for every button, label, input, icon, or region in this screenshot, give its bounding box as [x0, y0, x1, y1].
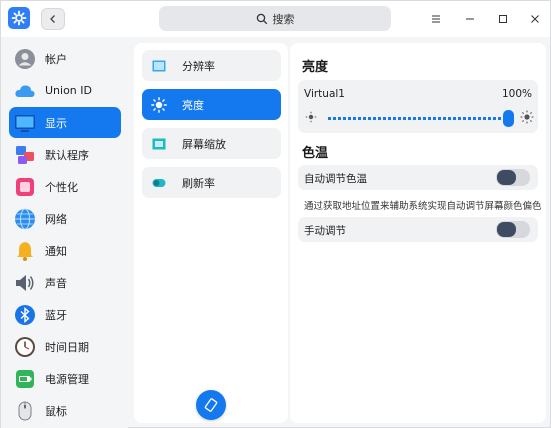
brightness-low-icon — [305, 111, 317, 126]
subnav-item-resolution[interactable]: 分辨率 — [142, 50, 281, 81]
brightness-settings-panel: 亮度 Virtual1 100% 色温 自动调节色温 通过获取地址位置来辅助系统… — [290, 43, 546, 423]
bell-icon — [14, 240, 36, 262]
sidebar-item-label: Union ID — [45, 84, 92, 97]
rotate-icon — [204, 398, 218, 412]
minimize-button[interactable] — [460, 9, 480, 29]
sidebar-item-network[interactable]: 网络 — [9, 203, 121, 234]
sidebar-item-account[interactable]: 帐户 — [9, 43, 121, 74]
clock-icon — [14, 336, 36, 358]
display-icon — [14, 112, 36, 134]
sidebar-item-label: 个性化 — [45, 180, 78, 194]
brightness-value: 100% — [501, 88, 532, 100]
sidebar-item-bluetooth[interactable]: 蓝牙 — [9, 299, 121, 330]
brightness-slider-handle[interactable] — [502, 110, 514, 127]
sidebar: 帐户 Union ID 显示 默认程序 个性化 网络 通知 声音 蓝牙 时间日期… — [1, 37, 128, 428]
speaker-icon — [14, 272, 36, 294]
sidebar-item-notification[interactable]: 通知 — [9, 235, 121, 266]
chevron-left-icon — [50, 15, 55, 23]
brightness-section-title: 亮度 — [302, 60, 329, 75]
sidebar-item-union-id[interactable]: Union ID — [9, 75, 121, 106]
auto-color-temp-toggle[interactable] — [496, 169, 530, 186]
sidebar-item-display[interactable]: 显示 — [9, 107, 121, 138]
minimize-icon — [466, 18, 474, 20]
maximize-icon — [499, 15, 507, 23]
resolution-icon — [151, 58, 167, 74]
scale-icon — [151, 136, 167, 152]
subnav-item-label: 分辨率 — [182, 59, 215, 73]
subnav-item-label: 屏幕缩放 — [182, 137, 226, 151]
brightness-card: Virtual1 100% — [298, 80, 538, 133]
default-apps-icon — [14, 144, 36, 166]
sidebar-item-label: 默认程序 — [45, 148, 89, 162]
subnav-item-label: 刷新率 — [182, 176, 215, 190]
bluetooth-icon — [14, 304, 36, 326]
auto-color-temp-row: 自动调节色温 — [298, 165, 538, 190]
menu-button[interactable] — [426, 9, 446, 29]
sidebar-item-default-apps[interactable]: 默认程序 — [9, 139, 121, 170]
sidebar-item-label: 声音 — [45, 276, 67, 290]
brightness-high-icon — [520, 110, 534, 127]
personalization-icon — [14, 176, 36, 198]
refresh-rate-icon — [151, 175, 167, 191]
sidebar-item-label: 鼠标 — [45, 404, 67, 418]
color-temp-section-title: 色温 — [302, 146, 329, 161]
cloud-icon — [14, 80, 36, 102]
brightness-slider[interactable] — [328, 117, 506, 120]
rotate-screen-button[interactable] — [196, 390, 226, 420]
sidebar-item-label: 帐户 — [45, 52, 67, 66]
sidebar-item-label: 显示 — [45, 116, 67, 130]
sidebar-item-label: 通知 — [45, 244, 67, 258]
sidebar-item-power[interactable]: 电源管理 — [9, 363, 121, 394]
sidebar-item-label: 电源管理 — [45, 372, 89, 386]
manual-adjust-row: 手动调节 — [298, 217, 538, 242]
sidebar-item-mouse[interactable]: 鼠标 — [9, 395, 121, 426]
subnav-item-label: 亮度 — [182, 98, 204, 112]
back-button[interactable] — [41, 8, 65, 30]
mouse-icon — [14, 400, 36, 422]
account-icon — [14, 48, 36, 70]
manual-adjust-label: 手动调节 — [304, 225, 346, 237]
sidebar-item-label: 网络 — [45, 212, 67, 226]
sidebar-item-personalization[interactable]: 个性化 — [9, 171, 121, 202]
display-subnav: 分辨率 亮度 屏幕缩放 刷新率 — [134, 43, 288, 423]
color-temp-description: 通过获取地址位置来辅助系统实现自动调节屏幕颜色偏色 — [304, 201, 542, 212]
sidebar-item-sound[interactable]: 声音 — [9, 267, 121, 298]
subnav-item-scale[interactable]: 屏幕缩放 — [142, 128, 281, 159]
brightness-icon — [151, 96, 167, 113]
control-center-window: 搜索 帐户 Union ID 显示 默认程序 个性化 网络 通知 声音 蓝牙 时… — [0, 0, 551, 428]
close-icon — [531, 15, 539, 23]
monitor-name: Virtual1 — [304, 88, 345, 100]
search-icon — [256, 13, 267, 24]
subnav-item-refresh-rate[interactable]: 刷新率 — [142, 167, 281, 198]
sidebar-item-label: 蓝牙 — [45, 308, 67, 322]
network-icon — [14, 208, 36, 230]
sidebar-item-label: 时间日期 — [45, 340, 89, 354]
titlebar: 搜索 — [1, 1, 550, 37]
manual-adjust-toggle[interactable] — [496, 221, 530, 238]
settings-app-icon — [8, 7, 30, 29]
hamburger-icon — [432, 15, 440, 23]
search-placeholder: 搜索 — [272, 12, 295, 26]
search-input[interactable]: 搜索 — [159, 6, 391, 31]
subnav-item-brightness[interactable]: 亮度 — [142, 89, 281, 120]
sidebar-item-datetime[interactable]: 时间日期 — [9, 331, 121, 362]
battery-icon — [14, 368, 36, 390]
close-button[interactable] — [525, 9, 545, 29]
auto-color-temp-label: 自动调节色温 — [304, 173, 367, 185]
maximize-button[interactable] — [493, 9, 513, 29]
